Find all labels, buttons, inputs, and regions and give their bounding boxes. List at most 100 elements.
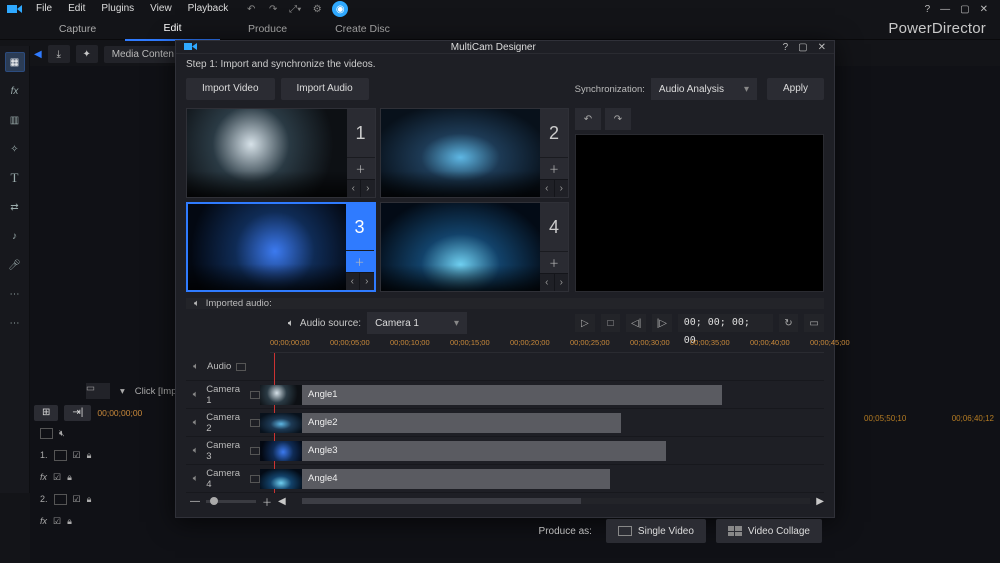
transition-room-icon[interactable]: ⇄ <box>5 197 25 217</box>
mode-capture[interactable]: Capture <box>30 18 125 40</box>
media-room-icon[interactable]: ▦ <box>5 52 25 72</box>
import-video-button[interactable]: Import Video <box>186 78 275 100</box>
close-icon[interactable]: ✕ <box>980 4 988 15</box>
track-clip-area[interactable] <box>260 356 824 378</box>
lock-icon[interactable]: 🔒︎ <box>67 472 72 483</box>
add-camera-icon[interactable]: ＋ <box>347 157 375 179</box>
prev-clip-icon[interactable]: ‹ <box>540 179 554 197</box>
dialog-help-icon[interactable]: ? <box>783 42 789 53</box>
timeline-ruler[interactable]: 00;00;00;0000;00;05;0000;00;10;0000;00;1… <box>270 337 824 353</box>
clip[interactable]: Angle1 <box>260 385 722 405</box>
menu-view[interactable]: View <box>142 0 180 18</box>
timeline-scrollbar[interactable] <box>302 498 811 504</box>
vis-toggle[interactable]: ☑ <box>73 450 81 461</box>
add-camera-icon[interactable]: ＋ <box>540 157 568 179</box>
menu-plugins[interactable]: Plugins <box>93 0 142 18</box>
fx-room-icon[interactable]: fx <box>5 81 25 101</box>
speaker-icon[interactable]: 🔈︎ <box>190 361 202 372</box>
next-clip-icon[interactable]: › <box>554 273 569 291</box>
menu-edit[interactable]: Edit <box>60 0 93 18</box>
speaker-icon[interactable]: 🔈︎ <box>190 389 201 400</box>
track-clip-area[interactable]: Angle2 <box>260 412 824 434</box>
snap-icon[interactable]: ⊞ <box>34 405 58 421</box>
folder-dropdown-icon[interactable]: ▾ <box>120 386 125 397</box>
quality-button[interactable]: ▭ <box>804 314 824 332</box>
play-button[interactable]: ▷ <box>575 314 595 332</box>
settings-gear-icon[interactable]: ⚙ <box>310 2 324 16</box>
plugin-icon[interactable]: ✦ <box>76 45 98 63</box>
media-content-tab[interactable]: Media Conten <box>104 46 182 63</box>
track-clip-area[interactable]: Angle4 <box>260 468 824 490</box>
voiceover-room-icon[interactable]: 🎤︎ <box>5 255 25 275</box>
add-camera-icon[interactable]: ＋ <box>540 251 568 273</box>
cloud-icon[interactable]: ◉ <box>332 1 348 17</box>
mode-produce[interactable]: Produce <box>220 18 315 40</box>
expand-icon[interactable]: ◀ <box>34 49 42 60</box>
speaker-icon[interactable]: 🔈︎ <box>190 473 201 484</box>
add-camera-icon[interactable]: ＋ <box>346 250 374 272</box>
lock-icon[interactable]: 🔒︎ <box>67 516 72 527</box>
vis-toggle[interactable]: ☑ <box>53 516 61 527</box>
clip[interactable]: Angle4 <box>260 469 610 489</box>
mode-create-disc[interactable]: Create Disc <box>315 18 410 40</box>
next-frame-button[interactable]: |▷ <box>652 314 672 332</box>
lock-icon[interactable]: 🔒︎ <box>87 494 92 505</box>
lock-icon[interactable]: 🔒︎ <box>87 450 92 461</box>
subtitle-room-icon[interactable]: ⋯ <box>5 313 25 333</box>
stop-button[interactable]: □ <box>601 314 621 332</box>
video-track-icon[interactable] <box>54 494 67 505</box>
track-clip-area[interactable]: Angle3 <box>260 440 824 462</box>
next-clip-icon[interactable]: › <box>359 272 374 290</box>
vis-toggle[interactable]: ☑ <box>53 472 61 483</box>
track-toggle-icon[interactable] <box>250 475 260 483</box>
folder-icon[interactable]: ▭ <box>86 383 110 399</box>
next-clip-icon[interactable]: › <box>554 179 569 197</box>
loop-button[interactable]: ↻ <box>779 314 799 332</box>
camera-slot-1[interactable]: 1 ＋ ‹› <box>186 108 376 198</box>
apply-button[interactable]: Apply <box>767 78 824 100</box>
camera-slot-3[interactable]: 3 ＋ ‹› <box>186 202 376 292</box>
ripple-icon[interactable]: ⇥| <box>64 405 91 421</box>
timecode-display[interactable]: 00; 00; 00; 00 <box>678 314 773 332</box>
audio-source-select[interactable]: Camera 1 ▾ <box>367 312 467 334</box>
zoom-slider[interactable] <box>206 500 256 503</box>
redo-icon[interactable]: ↷ <box>266 2 280 16</box>
clip[interactable]: Angle2 <box>260 413 621 433</box>
speaker-icon[interactable]: 🔈︎ <box>190 445 201 456</box>
redo-button[interactable]: ↷ <box>605 108 631 130</box>
mute-icon[interactable]: 🔇︎ <box>59 428 65 439</box>
speaker-icon[interactable]: 🔈︎ <box>190 417 201 428</box>
produce-video-collage-button[interactable]: Video Collage <box>716 519 822 543</box>
import-audio-button[interactable]: Import Audio <box>281 78 369 100</box>
title-room-icon[interactable]: T <box>5 168 25 188</box>
menu-playback[interactable]: Playback <box>180 0 237 18</box>
camera-slot-4[interactable]: 4 ＋ ‹› <box>380 202 570 292</box>
resize-icon[interactable]: ⤢▾ <box>288 2 302 16</box>
video-track-icon[interactable] <box>54 450 67 461</box>
prev-clip-icon[interactable]: ‹ <box>540 273 554 291</box>
track-toggle-icon[interactable] <box>250 391 260 399</box>
dialog-close-icon[interactable]: ✕ <box>818 42 826 53</box>
dialog-max-icon[interactable]: ▢ <box>798 42 807 53</box>
preview-viewport[interactable] <box>575 134 824 292</box>
prev-frame-button[interactable]: ◁| <box>626 314 646 332</box>
chapter-room-icon[interactable]: ⋯ <box>5 284 25 304</box>
menu-file[interactable]: File <box>28 0 60 18</box>
undo-button[interactable]: ↶ <box>575 108 601 130</box>
clip[interactable]: Angle3 <box>260 441 666 461</box>
scroll-left-icon[interactable]: ◀ <box>278 496 286 507</box>
next-clip-icon[interactable]: › <box>360 179 375 197</box>
track-clip-area[interactable]: Angle1 <box>260 384 824 406</box>
sync-select[interactable]: Audio Analysis ▾ <box>651 78 757 100</box>
track-toggle-icon[interactable] <box>250 419 260 427</box>
track-toggle-icon[interactable] <box>40 428 53 439</box>
camera-slot-2[interactable]: 2 ＋ ‹› <box>380 108 570 198</box>
particle-room-icon[interactable]: ✧ <box>5 139 25 159</box>
minimize-icon[interactable]: — <box>940 4 950 15</box>
zoom-out-icon[interactable]: — <box>190 496 200 507</box>
help-icon[interactable]: ? <box>925 4 931 15</box>
produce-single-video-button[interactable]: Single Video <box>606 519 706 543</box>
undo-icon[interactable]: ↶ <box>244 2 258 16</box>
prev-clip-icon[interactable]: ‹ <box>346 272 360 290</box>
mode-edit[interactable]: Edit <box>125 17 220 41</box>
